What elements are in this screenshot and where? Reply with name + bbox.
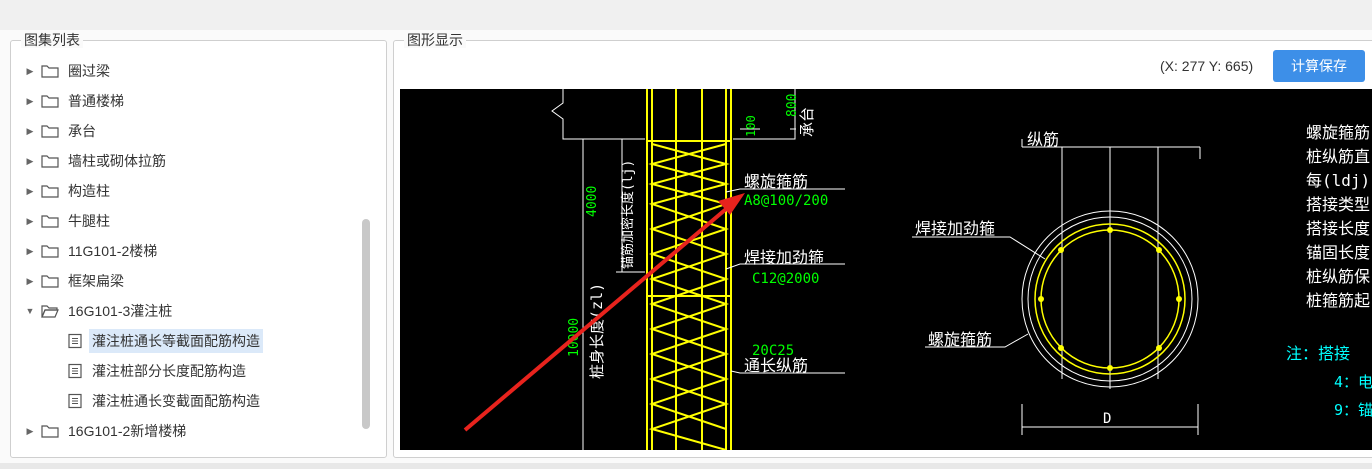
dim-100: 100 [744, 115, 758, 137]
caret-right-icon[interactable]: ▶ [23, 126, 37, 137]
tree-folder-item[interactable]: ▶ 普通楼梯 [23, 86, 363, 116]
section-longitudinal-label: 纵筋 [1027, 130, 1059, 149]
tree-folder-item[interactable]: ▶ 牛腿柱 [23, 206, 363, 236]
graphic-display-legend: 图形显示 [404, 32, 466, 48]
tree-item-label: 16G101-2新增楼梯 [68, 423, 187, 439]
section-spiral-label: 螺旋箍筋 [928, 330, 992, 349]
tree-item-label: 灌注桩部分长度配筋构造 [92, 363, 246, 379]
dim-4000: 4000 [585, 186, 600, 217]
tree-folder-item[interactable]: ▼ 16G101-3灌注桩 [23, 296, 363, 326]
spiral-stirrup-value: A8@100/200 [744, 193, 828, 209]
caret-right-icon[interactable]: ▶ [23, 186, 37, 197]
tree-item-label: 框架扁梁 [68, 273, 124, 289]
drawing-canvas[interactable]: 4000 锚筋加密长度(lj) 10000 桩身长度(zl) 800 承台 10… [400, 89, 1372, 451]
tree-item-label: 普通楼梯 [68, 93, 124, 109]
caret-right-icon[interactable]: ▶ [23, 96, 37, 107]
folder-icon [41, 275, 59, 288]
tree-item-label: 承台 [68, 123, 96, 139]
section-weld-label: 焊接加劲箍 [915, 219, 995, 238]
diameter-label: D [1103, 411, 1111, 427]
folder-icon [41, 215, 59, 228]
pile-length-label: 桩身长度(zl) [588, 283, 606, 379]
svg-text:桩纵筋保: 桩纵筋保 [1306, 267, 1370, 286]
anchor-length-label: 锚筋加密长度(lj) [620, 160, 636, 269]
rebar-cage [646, 89, 732, 451]
weld-stiffener-label: 焊接加劲箍 [744, 248, 824, 267]
caret-right-icon[interactable]: ▶ [23, 156, 37, 167]
tree-item-label: 16G101-3灌注桩 [68, 303, 173, 319]
tree-folder-item[interactable]: ▶ 构造柱 [23, 176, 363, 206]
folder-icon [41, 425, 59, 438]
tree-item-label: 灌注桩通长变截面配筋构造 [92, 393, 260, 409]
caret-right-icon[interactable]: ▶ [23, 246, 37, 257]
spiral-stirrup-label: 螺旋箍筋 [744, 172, 808, 191]
folder-open-icon [41, 305, 59, 318]
folder-icon [41, 185, 59, 198]
longitudinal-bar-label: 通长纵筋 [744, 356, 808, 375]
document-icon [68, 393, 82, 409]
tree-item-label: 构造柱 [68, 183, 110, 199]
bottom-strip [0, 463, 1372, 469]
svg-text:桩箍筋起: 桩箍筋起 [1306, 291, 1370, 310]
svg-text:搭接长度: 搭接长度 [1306, 219, 1370, 238]
atlas-list-legend: 图集列表 [21, 32, 83, 48]
document-icon [68, 333, 82, 349]
note-prefix: 注：搭接 [1286, 344, 1350, 363]
tree-folder-item[interactable]: ▶ 16G101-2新增楼梯 [23, 416, 363, 446]
weld-stiffener-value: C12@2000 [752, 271, 819, 287]
tree-leaf-item[interactable]: 灌注桩通长变截面配筋构造 [23, 386, 363, 416]
caret-right-icon[interactable]: ▶ [23, 276, 37, 287]
caret-right-icon[interactable]: ▶ [23, 66, 37, 77]
atlas-list-group: 图集列表 ▶ 圈过梁 ▶ 普通楼梯 ▶ 承台 ▶ 墙柱或砌体拉筋 ▶ 构造柱 ▶ 牛腿柱 ▶ 11G101… [10, 32, 387, 458]
folder-icon [41, 125, 59, 138]
tree-item-label: 墙柱或砌体拉筋 [68, 153, 166, 169]
folder-icon [41, 245, 59, 258]
tree-folder-item[interactable]: ▶ 承台 [23, 116, 363, 146]
folder-icon [41, 65, 59, 78]
tree-leaf-item[interactable]: 灌注桩部分长度配筋构造 [23, 356, 363, 386]
tree-folder-item[interactable]: ▶ 圈过梁 [23, 56, 363, 86]
folder-icon [41, 155, 59, 168]
svg-text:锚固长度: 锚固长度 [1306, 243, 1370, 262]
coordinate-readout: (X: 277 Y: 665) [1160, 58, 1254, 74]
pile-cap-label: 承台 [798, 107, 816, 137]
tree-item-label: 11G101-2楼梯 [68, 243, 158, 259]
tree-folder-item[interactable]: ▶ 11G101-2楼梯 [23, 236, 363, 266]
tree-folder-item[interactable]: ▶ 墙柱或砌体拉筋 [23, 146, 363, 176]
note-4: 4：电 [1334, 373, 1372, 391]
tree-scrollbar[interactable] [362, 219, 370, 429]
caret-right-icon[interactable]: ▶ [23, 216, 37, 227]
cross-section [912, 139, 1201, 435]
tree-item-label: 圈过梁 [68, 63, 110, 79]
tree-item-label: 牛腿柱 [68, 213, 110, 229]
parameter-notes: 螺旋箍筋 桩纵筋直 每(ldj) 搭接类型 搭接长度 锚固长度 桩纵筋保 桩箍筋… [1306, 123, 1370, 310]
svg-text:搭接类型: 搭接类型 [1306, 195, 1370, 214]
caret-right-icon[interactable]: ▶ [23, 426, 37, 437]
svg-text:每(ldj): 每(ldj) [1306, 171, 1370, 190]
window-top-bar [0, 0, 1372, 30]
tree-folder-item[interactable]: ▶ 框架扁梁 [23, 266, 363, 296]
note-9: 9：锚 [1334, 401, 1372, 419]
document-icon [68, 363, 82, 379]
calculate-save-button[interactable]: 计算保存 [1273, 50, 1365, 82]
svg-text:桩纵筋直: 桩纵筋直 [1306, 147, 1370, 166]
tree-leaf-item[interactable]: 灌注桩通长等截面配筋构造 [23, 326, 363, 356]
tree-item-label: 灌注桩通长等截面配筋构造 [89, 329, 263, 353]
caret-down-icon[interactable]: ▼ [23, 306, 37, 316]
atlas-tree: ▶ 圈过梁 ▶ 普通楼梯 ▶ 承台 ▶ 墙柱或砌体拉筋 ▶ 构造柱 ▶ 牛腿柱 ▶ 11G101-2楼梯 ▶… [23, 56, 363, 446]
pile-cap-outline [551, 89, 796, 140]
folder-icon [41, 95, 59, 108]
pile-reinforcement-drawing: 4000 锚筋加密长度(lj) 10000 桩身长度(zl) 800 承台 10… [463, 89, 1372, 451]
svg-text:螺旋箍筋: 螺旋箍筋 [1306, 123, 1370, 142]
